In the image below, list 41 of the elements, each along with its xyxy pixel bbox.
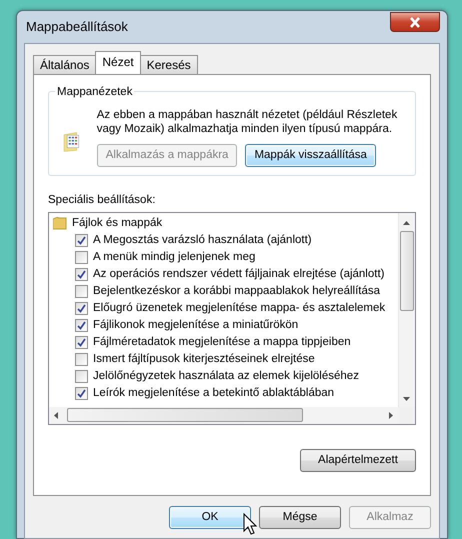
option-label: Leírók megjelenítése a betekintő ablaktáblában (93, 386, 334, 402)
option-label: Az operációs rendszer védett fájljainak elrejtése (ajánlott) (93, 267, 384, 282)
button[interactable]: OK (169, 506, 251, 529)
option-label: Előugró üzenetek megjelenítése mappa- és asztalelemek (93, 301, 386, 316)
checkbox[interactable] (75, 353, 88, 366)
checkbox[interactable] (75, 387, 88, 400)
folder-icon (53, 217, 67, 230)
checkbox[interactable] (75, 370, 88, 384)
checkbox[interactable] (75, 302, 88, 316)
checkbox[interactable] (75, 234, 88, 248)
checkbox[interactable] (75, 285, 88, 298)
option-label: Jelölőnégyzetek használata az elemek kijelöléséhez (93, 369, 359, 384)
tab[interactable]: Keresés (140, 55, 198, 74)
right-arrow-icon[interactable] (389, 412, 393, 420)
button[interactable]: Mappák visszaállítása (245, 144, 376, 167)
checkbox[interactable] (75, 319, 88, 332)
checkbox[interactable] (75, 251, 88, 264)
close-icon (409, 16, 421, 28)
option-label: A menük mindig jelenjenek meg (93, 250, 256, 266)
tab[interactable]: Nézet (95, 51, 141, 74)
tree-folder-label: Fájlok és mappák (72, 216, 162, 232)
checkbox[interactable] (75, 268, 88, 282)
checkbox[interactable] (75, 336, 88, 350)
description-text: Az ebben a mappában használt nézetet (például Részletek vagy Mozaik) alkalmazhatja minden ilyen típusú mappára. (96, 108, 398, 136)
button[interactable]: Alapértelmezett (300, 449, 416, 472)
option-label: Fájlikonok megjelenítése a miniatűrökön (93, 318, 298, 334)
close-button[interactable] (390, 12, 440, 32)
up-arrow-icon[interactable] (403, 221, 410, 226)
option-label: A Megosztás varázsló használata (ajánlott) (93, 233, 312, 248)
option-label: Fájlméretadatok megjelenítése a mappa tippjeiben (93, 335, 351, 350)
window-title: Mappabeállítások (25, 18, 128, 36)
mouse-cursor-icon (243, 513, 259, 537)
section-label: Speciális beállítások: (48, 193, 156, 208)
horizontal-scrollbar[interactable] (49, 407, 398, 424)
option-label: Ismert fájltípusok kiterjesztéseinek elrejtése (93, 352, 315, 368)
option-label: Bejelentkezéskor a korábbi mappaablakok helyreállítása (93, 284, 380, 300)
button[interactable]: Mégse (259, 506, 341, 529)
tab[interactable]: Általános (33, 55, 96, 74)
vertical-scrollbar[interactable] (398, 213, 415, 408)
left-arrow-icon[interactable] (54, 412, 58, 420)
down-arrow-icon[interactable] (403, 397, 410, 402)
